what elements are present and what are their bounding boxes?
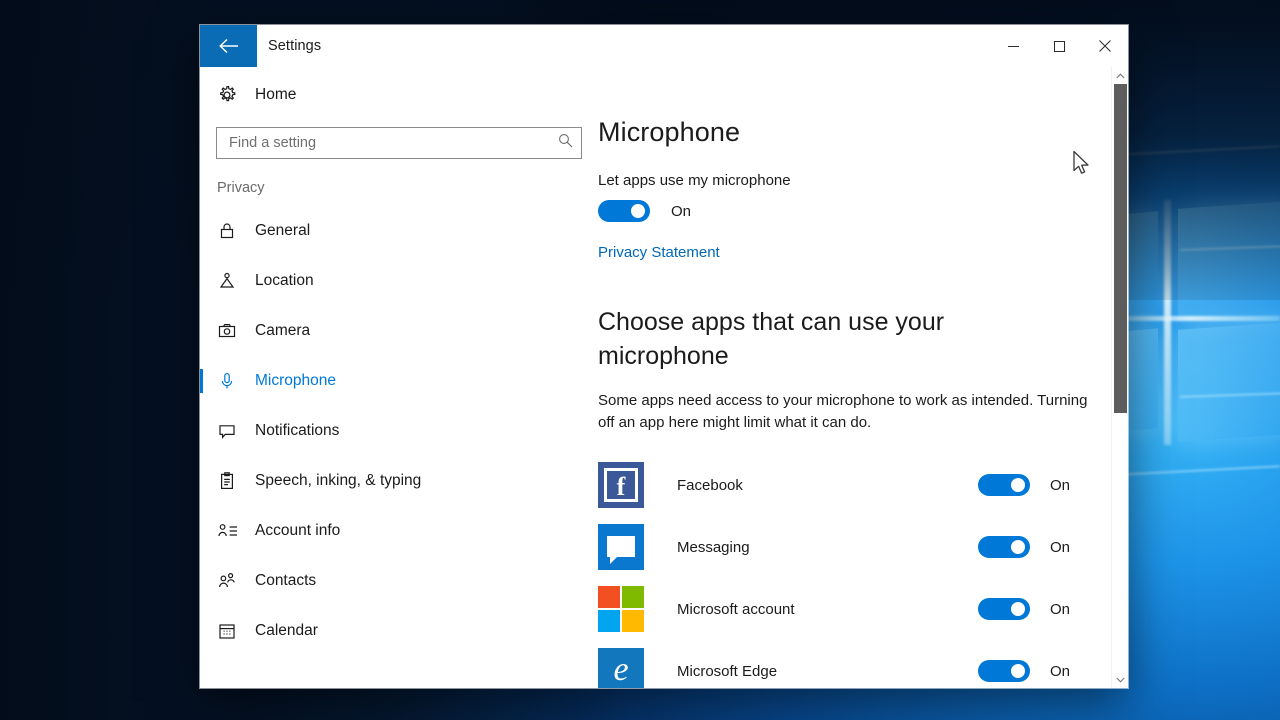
- sidebar-item-notifications[interactable]: Notifications: [200, 406, 598, 456]
- app-row: Microsoft account On: [598, 578, 1092, 640]
- microsoft-account-microphone-toggle[interactable]: [978, 598, 1030, 620]
- app-row: e Microsoft Edge On: [598, 640, 1092, 688]
- calendar-icon: [217, 621, 255, 641]
- search-box[interactable]: [216, 127, 582, 159]
- messaging-icon: [598, 524, 644, 570]
- sidebar-item-label: Calendar: [255, 622, 318, 639]
- vertical-scrollbar[interactable]: [1111, 67, 1128, 688]
- sidebar-item-calendar[interactable]: Calendar: [200, 606, 598, 656]
- window-title: Settings: [268, 38, 322, 54]
- microsoft-edge-microphone-toggle[interactable]: [978, 660, 1030, 682]
- app-toggle-state: On: [1050, 476, 1071, 494]
- master-toggle-row: On: [598, 200, 1092, 222]
- app-toggle-state: On: [1050, 662, 1071, 680]
- lock-icon: [217, 221, 255, 241]
- sidebar-item-label: Contacts: [255, 572, 317, 589]
- camera-icon: [217, 321, 255, 341]
- sidebar-item-speech-inking-typing[interactable]: Speech, inking, & typing: [200, 456, 598, 506]
- toggle-knob: [1011, 602, 1025, 616]
- facebook-icon: f: [598, 462, 644, 508]
- minimize-button[interactable]: [990, 25, 1036, 67]
- scrollbar-track[interactable]: [1112, 84, 1129, 671]
- app-toggle-state: On: [1050, 538, 1071, 556]
- sidebar-group-label: Privacy: [217, 180, 265, 196]
- window-body: Home Find a setting Privacy General Loca…: [200, 67, 1128, 688]
- settings-sidebar: Home Find a setting Privacy General Loca…: [200, 67, 598, 688]
- toggle-knob: [631, 204, 645, 218]
- toggle-knob: [1011, 478, 1025, 492]
- account-list-icon: [217, 521, 255, 541]
- page-title: Microphone: [598, 117, 741, 147]
- maximize-button[interactable]: [1036, 25, 1082, 67]
- master-toggle-label: Let apps use my microphone: [598, 172, 791, 189]
- app-row: f Facebook On: [598, 454, 1092, 516]
- back-button[interactable]: [200, 25, 257, 67]
- gear-icon: [217, 85, 255, 105]
- master-microphone-toggle[interactable]: [598, 200, 650, 222]
- search-input[interactable]: [229, 135, 558, 151]
- sidebar-item-contacts[interactable]: Contacts: [200, 556, 598, 606]
- sidebar-item-home[interactable]: Home: [200, 71, 598, 119]
- scrollbar-thumb[interactable]: [1113, 84, 1127, 413]
- close-button[interactable]: [1082, 25, 1128, 67]
- sidebar-item-label: Speech, inking, & typing: [255, 472, 422, 489]
- section-description: Some apps need access to your microphone…: [598, 392, 1088, 431]
- settings-window: Settings Home Find a setting Privacy Gen…: [200, 25, 1128, 688]
- desktop-background: Settings Home Find a setting Privacy Gen…: [0, 0, 1280, 720]
- sidebar-item-microphone[interactable]: Microphone: [200, 356, 598, 406]
- sidebar-home-label: Home: [255, 86, 297, 103]
- facebook-microphone-toggle[interactable]: [978, 474, 1030, 496]
- app-name: Facebook: [677, 476, 743, 494]
- app-permission-list: f Facebook On Messaging On Microsoft acc…: [598, 454, 1092, 688]
- sidebar-item-label: Notifications: [255, 422, 340, 439]
- selection-accent-bar: [200, 369, 203, 393]
- sidebar-item-label: Location: [255, 272, 314, 289]
- window-controls: [990, 25, 1128, 67]
- search-icon: [558, 133, 573, 153]
- master-toggle-state: On: [671, 202, 692, 220]
- contacts-icon: [217, 571, 255, 591]
- sidebar-item-label: General: [255, 222, 311, 239]
- search-container: [200, 119, 598, 159]
- speech-bubble-icon: [217, 421, 255, 441]
- sidebar-item-label: Account info: [255, 522, 341, 539]
- scroll-down-arrow-icon[interactable]: [1112, 671, 1129, 688]
- messaging-microphone-toggle[interactable]: [978, 536, 1030, 558]
- sidebar-item-general[interactable]: General: [200, 206, 598, 256]
- microsoft-edge-icon: e: [598, 648, 644, 688]
- window-titlebar: Settings: [200, 25, 1128, 67]
- app-name: Microsoft Edge: [677, 662, 778, 680]
- scroll-up-arrow-icon[interactable]: [1112, 67, 1129, 84]
- sidebar-item-label: Microphone: [255, 372, 336, 389]
- microsoft-account-icon: [598, 586, 644, 632]
- privacy-statement-link[interactable]: Privacy Statement: [598, 244, 720, 261]
- clipboard-icon: [217, 471, 255, 491]
- sidebar-item-account-info[interactable]: Account info: [200, 506, 598, 556]
- section-title: Choose apps that can use your microphone: [598, 308, 945, 370]
- sidebar-item-location[interactable]: Location: [200, 256, 598, 306]
- settings-content-pane: Microphone Let apps use my microphone On…: [598, 67, 1128, 688]
- microphone-icon: [217, 371, 255, 391]
- app-name: Messaging: [677, 538, 750, 556]
- wallpaper-pane-bottom-right: [1178, 322, 1280, 442]
- location-icon: [217, 271, 255, 291]
- app-row: Messaging On: [598, 516, 1092, 578]
- toggle-knob: [1011, 664, 1025, 678]
- toggle-knob: [1011, 540, 1025, 554]
- app-name: Microsoft account: [677, 600, 795, 618]
- sidebar-item-label: Camera: [255, 322, 311, 339]
- app-toggle-state: On: [1050, 600, 1071, 618]
- sidebar-item-camera[interactable]: Camera: [200, 306, 598, 356]
